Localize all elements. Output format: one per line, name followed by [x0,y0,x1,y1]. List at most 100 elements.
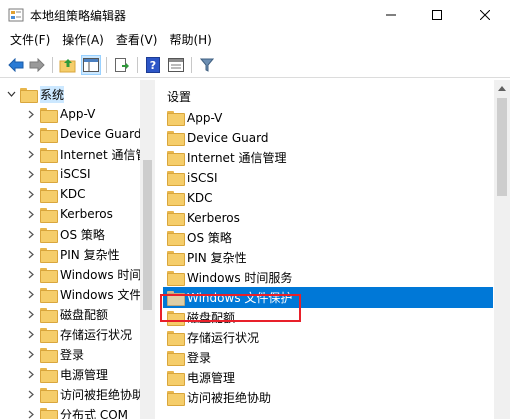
chevron-down-icon[interactable] [6,89,16,99]
list-item[interactable]: iSCSI [163,167,493,188]
tree-item[interactable]: iSCSI [26,164,91,184]
scroll-up-arrow[interactable] [494,80,510,96]
folder-icon [40,127,58,143]
folder-icon [40,347,58,363]
toolbar-separator [191,57,192,73]
forward-button[interactable] [27,55,47,75]
list-item[interactable]: PIN 复杂性 [163,247,493,268]
list-item[interactable]: Windows 时间服务 [163,267,493,288]
tree-scrollbar[interactable] [140,80,155,419]
folder-icon [167,231,185,246]
show-hide-tree-button[interactable] [81,55,101,75]
tree-item[interactable]: Kerberos [26,204,113,224]
tree-item[interactable]: 存储运行状况 [26,324,132,344]
maximize-icon [432,10,442,20]
menu-view[interactable]: 查看(V) [110,30,164,50]
list-item[interactable]: KDC [163,187,493,208]
tree-item[interactable]: Internet 通信管 [26,144,147,164]
chevron-right-icon[interactable] [26,289,36,299]
tree-item[interactable]: 登录 [26,344,84,364]
tree-item[interactable]: Windows 时间 [26,264,141,284]
tree-item[interactable]: 分布式 COM [26,404,128,419]
tree-item-label: OS 策略 [60,227,105,242]
chevron-right-icon[interactable] [26,329,36,339]
chevron-right-icon[interactable] [26,349,36,359]
tree-item-label: Windows 时间 [60,267,142,282]
chevron-right-icon[interactable] [26,369,36,379]
chevron-right-icon[interactable] [26,409,36,419]
tree-item[interactable]: App-V [26,104,95,124]
tree-item-label: iSCSI [60,167,91,181]
tree-item[interactable]: 电源管理 [26,364,108,384]
list-item[interactable]: Device Guard [163,127,493,148]
list-item[interactable]: 存储运行状况 [163,327,493,348]
filter-button[interactable] [197,55,217,75]
folder-icon [40,307,58,323]
tree-item-label: 登录 [60,347,85,362]
tree-item-label: Kerberos [60,207,113,221]
list-item-label: Internet 通信管理 [187,151,287,165]
chevron-right-icon[interactable] [26,309,36,319]
chevron-right-icon[interactable] [26,389,36,399]
tree-item-root[interactable]: 系统 [6,84,65,104]
list-item[interactable]: App-V [163,107,493,128]
list-item[interactable]: Internet 通信管理 [163,147,493,168]
tree-pane[interactable]: 系统 App-V Device Guard Internet 通信管 iSCSI KDC… [0,80,155,419]
window-title: 本地组策略编辑器 [30,9,127,23]
column-header-settings[interactable]: 设置 [167,88,191,105]
maximize-button[interactable] [414,0,460,30]
toolbar: ? [0,52,510,78]
chevron-right-icon[interactable] [26,229,36,239]
chevron-right-icon[interactable] [26,169,36,179]
tree-item[interactable]: Device Guard [26,124,141,144]
folder-icon [167,151,185,166]
settings-pane[interactable]: 设置 App-V Device Guard Internet 通信管理 iSCSI KD… [161,80,510,419]
chevron-right-icon[interactable] [26,189,36,199]
tree-item[interactable]: OS 策略 [26,224,105,244]
folder-icon [40,287,58,303]
tree-item[interactable]: KDC [26,184,86,204]
tree-item-label: 存储运行状况 [60,327,133,342]
list-item-label: PIN 复杂性 [187,251,247,265]
folder-icon [40,147,58,163]
tree-item[interactable]: PIN 复杂性 [26,244,120,264]
list-item[interactable]: OS 策略 [163,227,493,248]
back-button[interactable] [6,55,26,75]
list-item-label: App-V [187,110,223,125]
list-item-label: 访问被拒绝协助 [187,391,272,405]
help-icon: ? [146,57,160,73]
export-list-button[interactable] [112,55,132,75]
tree-item[interactable]: Windows 文件 [26,284,141,304]
list-item[interactable]: 登录 [163,347,493,368]
list-item[interactable]: Kerberos [163,207,493,228]
chevron-right-icon[interactable] [26,249,36,259]
chevron-right-icon[interactable] [26,129,36,139]
chevron-right-icon[interactable] [26,109,36,119]
tree-item-label: 系统 [40,85,65,103]
chevron-right-icon[interactable] [26,149,36,159]
list-item[interactable]: 访问被拒绝协助 [163,387,493,408]
view-button[interactable] [166,55,186,75]
tree-item-label: Internet 通信管 [60,147,148,162]
minimize-icon [386,14,396,16]
menu-file[interactable]: 文件(F) [4,30,56,50]
chevron-right-icon[interactable] [26,209,36,219]
list-item-label: Kerberos [187,210,240,225]
tree-item[interactable]: 磁盘配额 [26,304,108,324]
scrollbar-thumb[interactable] [143,160,152,310]
scrollbar-thumb[interactable] [497,98,507,196]
chevron-right-icon[interactable] [26,269,36,279]
up-one-level-button[interactable] [58,55,78,75]
chevron-up-icon [498,86,506,91]
menu-action[interactable]: 操作(A) [56,30,110,50]
help-button[interactable]: ? [143,55,163,75]
menu-help[interactable]: 帮助(H) [163,30,217,50]
folder-up-icon [59,59,76,73]
tree-item[interactable]: 访问被拒绝协助 [26,384,144,404]
close-button[interactable] [460,0,510,30]
minimize-button[interactable] [368,0,414,30]
settings-scrollbar[interactable] [494,80,510,419]
filter-icon [200,58,214,72]
list-item[interactable]: 电源管理 [163,367,493,388]
forward-arrow-icon [29,58,45,72]
